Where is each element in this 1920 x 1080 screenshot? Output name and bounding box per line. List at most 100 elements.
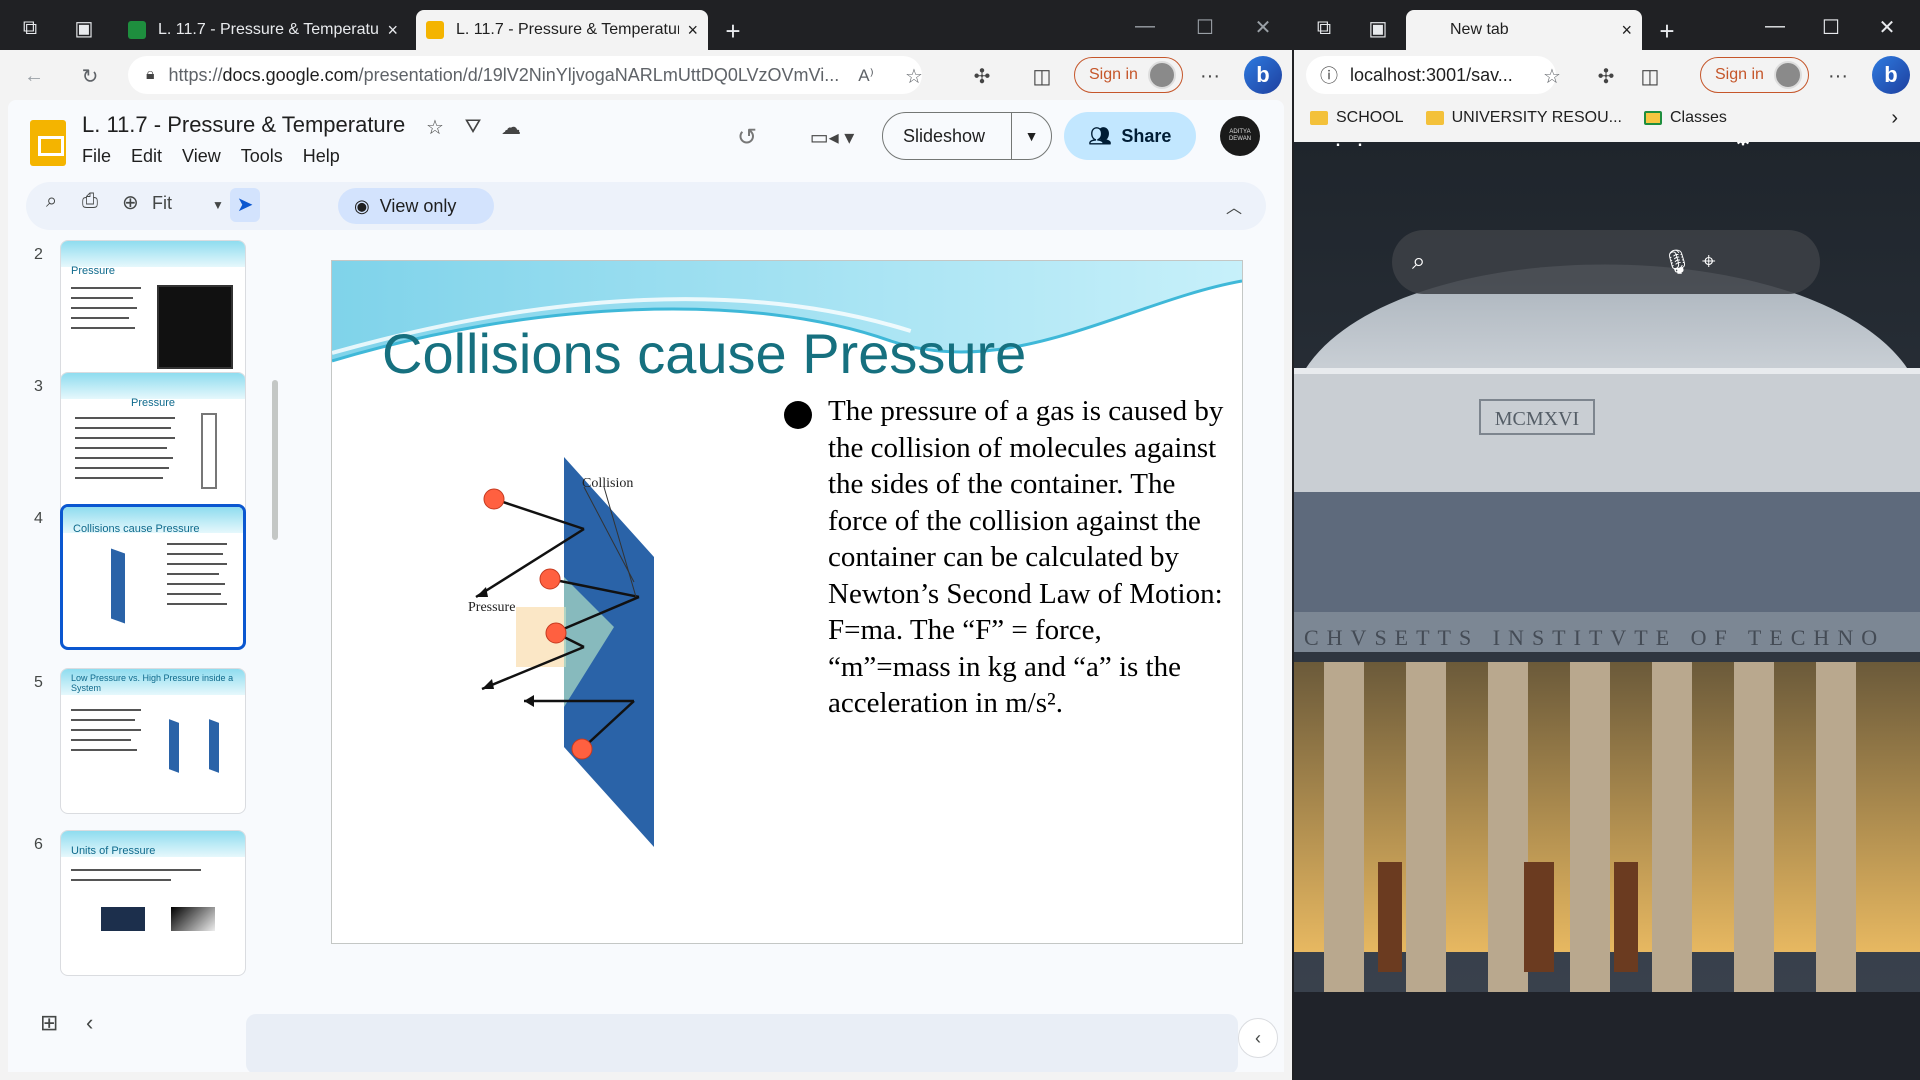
filmstrip-item[interactable]: 6 Units of Pressure — [8, 830, 268, 980]
zoom-icon[interactable]: ⊕ — [122, 190, 139, 215]
slide-thumbnail[interactable]: Units of Pressure — [60, 830, 246, 976]
slide-number: 2 — [34, 246, 43, 263]
split-screen-icon[interactable]: ◫ — [1028, 62, 1056, 90]
filmstrip-item[interactable]: 3 Pressure — [8, 372, 268, 522]
menu-file[interactable]: File — [82, 146, 111, 167]
close-window-icon[interactable]: ✕ — [1872, 12, 1902, 42]
site-info-icon[interactable]: ⓘ — [1320, 62, 1338, 88]
slideshow-label: Slideshow — [903, 125, 986, 146]
zoom-select[interactable]: Fit ▼ — [152, 193, 224, 214]
copilot-icon[interactable]: b — [1872, 56, 1910, 94]
more-options-icon[interactable]: ··· — [1824, 62, 1852, 90]
zoom-label: Fit — [152, 193, 172, 213]
filmstrip-scrollbar[interactable] — [272, 380, 278, 540]
sign-in-button[interactable]: Sign in — [1074, 57, 1183, 93]
bookmark-label: UNIVERSITY RESOU... — [1451, 109, 1622, 126]
side-panel-toggle-icon[interactable]: ‹ — [1238, 1018, 1278, 1058]
slide-title: Collisions cause Pressure — [382, 322, 1027, 385]
workspaces-icon[interactable]: ⧉ — [18, 16, 42, 40]
tab-pressure-2[interactable]: L. 11.7 - Pressure & Temperature × — [416, 10, 708, 50]
grid-view-icon[interactable]: ⊞ — [40, 1010, 58, 1036]
slide-thumbnail[interactable]: Low Pressure vs. High Pressure inside a … — [60, 668, 246, 814]
tab-pressure-1[interactable]: L. 11.7 - Pressure & Temperature × — [118, 10, 408, 50]
menu-help[interactable]: Help — [303, 146, 340, 167]
bookmark-school[interactable]: SCHOOL — [1310, 109, 1404, 127]
version-history-icon[interactable]: ↺ — [732, 122, 762, 152]
collapse-toolbar-icon[interactable]: ︿ — [1226, 194, 1242, 218]
close-tab-icon[interactable]: × — [687, 20, 698, 41]
sign-in-label: Sign in — [1089, 66, 1138, 83]
slide-filmstrip: 2 Pressure 3 Pressure 4 Collisions cause… — [8, 240, 268, 980]
apps-grid-icon[interactable]: ⋮⋮ — [1327, 142, 1371, 152]
maximize-icon[interactable]: ☐ — [1190, 12, 1220, 42]
account-avatar[interactable]: ADITYA DEWAN — [1220, 116, 1260, 156]
web-search-box[interactable]: ⌕ 🎙︎ ⌖ — [1392, 230, 1820, 294]
slideshow-dropdown-icon[interactable]: ▼ — [1011, 113, 1051, 159]
minimize-icon[interactable]: — — [1130, 14, 1160, 38]
print-icon[interactable]: ⎙ — [82, 190, 98, 213]
new-tab-icon[interactable]: + — [1652, 16, 1682, 46]
tab-new-tab[interactable]: New tab × — [1406, 10, 1642, 50]
workspaces-icon[interactable]: ⧉ — [1312, 16, 1336, 40]
sign-in-button[interactable]: Sign in — [1700, 57, 1809, 93]
slideshow-button[interactable]: Slideshow ▼ — [882, 112, 1052, 160]
document-title[interactable]: L. 11.7 - Pressure & Temperature — [82, 112, 405, 138]
slide-thumbnail[interactable]: Pressure — [60, 240, 246, 386]
close-window-icon[interactable]: ✕ — [1248, 12, 1278, 42]
address-bar[interactable]: ⓘ localhost:3001/sav... — [1306, 56, 1556, 94]
cloud-status-icon[interactable]: ☁ — [498, 114, 524, 140]
refresh-icon[interactable]: ↻ — [76, 62, 104, 90]
bookmark-classes[interactable]: Classes — [1643, 109, 1727, 127]
filmstrip-item-selected[interactable]: 4 Collisions cause Pressure — [8, 504, 268, 654]
extensions-icon[interactable]: ✣ — [1592, 62, 1620, 90]
google-slides-app: L. 11.7 - Pressure & Temperature ☆ ⛛ ☁ F… — [8, 100, 1284, 1072]
menu-view[interactable]: View — [182, 146, 221, 167]
maximize-icon[interactable]: ☐ — [1816, 12, 1846, 42]
view-only-button[interactable]: ◉ View only — [338, 188, 494, 224]
slide-thumbnail[interactable]: Collisions cause Pressure — [60, 504, 246, 650]
settings-gear-icon[interactable]: ⚙ — [1728, 142, 1758, 152]
split-screen-icon[interactable]: ◫ — [1636, 62, 1664, 90]
bookmark-university-resources[interactable]: UNIVERSITY RESOU... — [1425, 109, 1622, 127]
thumbnail-title: Collisions cause Pressure — [73, 523, 200, 535]
favorite-star-icon[interactable]: ☆ — [900, 62, 928, 90]
share-button[interactable]: 👥︎ Share — [1064, 112, 1196, 160]
filmstrip-item[interactable]: 5 Low Pressure vs. High Pressure inside … — [8, 668, 268, 818]
speaker-notes-panel[interactable] — [246, 1014, 1238, 1072]
tab-actions-icon[interactable]: ▣ — [1366, 16, 1390, 40]
filmstrip-item[interactable]: 2 Pressure — [8, 240, 268, 390]
left-browser-window: ⧉ ▣ L. 11.7 - Pressure & Temperature × L… — [0, 0, 1292, 1080]
slides-toolbar: ⌕ ⎙ ⊕ Fit ▼ ➤ ◉ View only ︿ — [26, 182, 1266, 230]
move-to-drive-icon[interactable]: ⛛ — [460, 114, 486, 140]
bookmarks-overflow-icon[interactable]: › — [1891, 107, 1898, 130]
tab-actions-icon[interactable]: ▣ — [72, 16, 96, 40]
molecule-1 — [483, 488, 505, 510]
back-icon[interactable]: ← — [20, 62, 48, 90]
tab-title: L. 11.7 - Pressure & Temperature — [456, 21, 680, 38]
menu-tools[interactable]: Tools — [241, 146, 283, 167]
voice-search-icon[interactable]: 🎙︎ — [1662, 248, 1692, 277]
slides-logo-icon[interactable] — [30, 120, 66, 166]
more-options-icon[interactable]: ··· — [1196, 62, 1224, 90]
tab-title: New tab — [1450, 21, 1509, 38]
bullet-point-icon — [784, 401, 812, 429]
visual-search-icon[interactable]: ⌖ — [1702, 248, 1716, 276]
select-cursor-icon[interactable]: ➤ — [230, 188, 260, 222]
favorite-star-icon[interactable]: ☆ — [1538, 62, 1566, 90]
collapse-filmstrip-icon[interactable]: ‹ — [86, 1010, 93, 1036]
browser-toolbar: ← ↻ 🔒︎ https://docs.google.com/presentat… — [0, 50, 1292, 100]
star-icon[interactable]: ☆ — [422, 114, 448, 140]
extensions-icon[interactable]: ✣ — [968, 62, 996, 90]
close-tab-icon[interactable]: × — [387, 20, 398, 41]
meet-call-icon[interactable]: ▭◂ ▾ — [804, 122, 860, 152]
address-bar[interactable]: 🔒︎ https://docs.google.com/presentation/… — [128, 56, 922, 94]
minimize-icon[interactable]: — — [1760, 14, 1790, 38]
slide-thumbnail[interactable]: Pressure — [60, 372, 246, 518]
close-tab-icon[interactable]: × — [1621, 20, 1632, 41]
copilot-icon[interactable]: b — [1244, 56, 1282, 94]
new-tab-icon[interactable]: + — [718, 16, 748, 46]
menu-edit[interactable]: Edit — [131, 146, 162, 167]
read-aloud-icon[interactable]: A⁾ — [852, 62, 880, 90]
folder-icon — [1310, 111, 1328, 125]
search-menus-icon[interactable]: ⌕ — [46, 190, 57, 213]
